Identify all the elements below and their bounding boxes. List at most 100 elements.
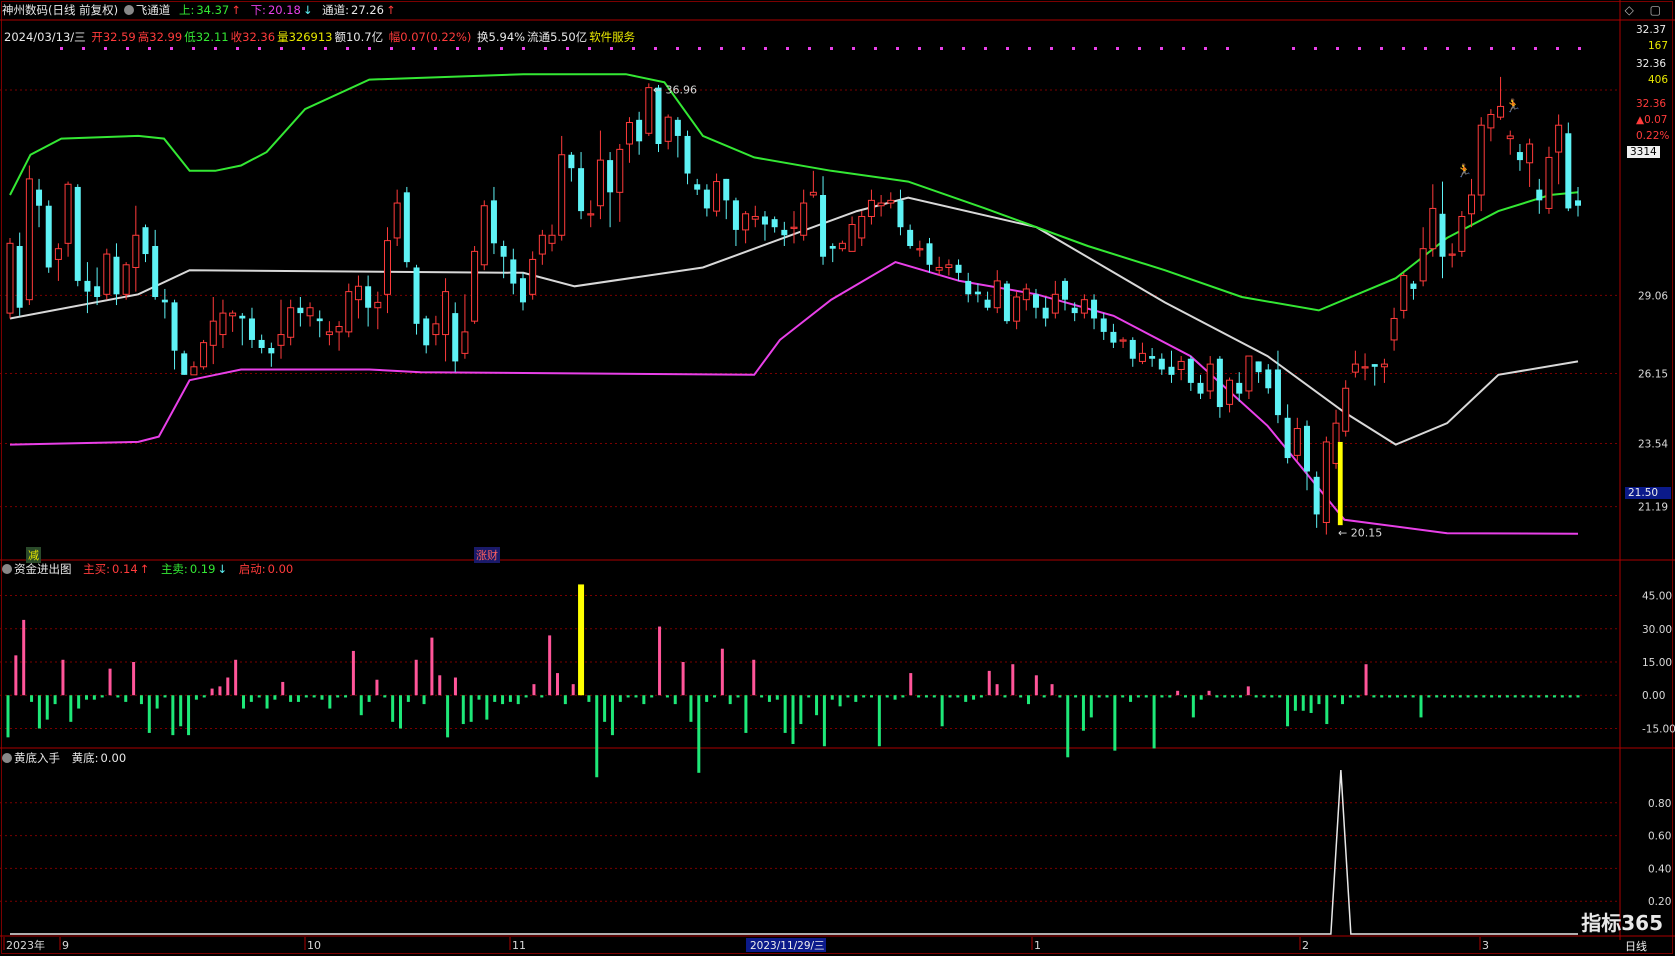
outer-frame (1, 1, 1673, 954)
flow-bar (493, 695, 497, 702)
flow-bar (367, 695, 371, 702)
panel2-toggle-icon[interactable] (2, 564, 12, 574)
indicator-name[interactable]: 飞通道 (136, 3, 171, 17)
candle-body-down (984, 299, 991, 308)
flow-bar (147, 695, 151, 733)
signal-dot (852, 47, 855, 50)
signal-dot (104, 47, 107, 50)
flow-bar (830, 695, 834, 700)
panel3-toggle-icon[interactable] (2, 753, 12, 763)
panel2-title[interactable]: 资金进出图 (14, 562, 72, 576)
candle-body-down (316, 318, 323, 322)
flow-bar (838, 695, 842, 707)
signal-dot (1160, 47, 1163, 50)
candle-body-up (1468, 194, 1476, 215)
flow-bar (1419, 695, 1423, 718)
stock-name[interactable]: 神州数码(日线 前复权) (2, 3, 118, 17)
signal-dot (522, 47, 525, 50)
flow-bar (846, 695, 850, 698)
top-price: 32.37 (1636, 24, 1667, 36)
flow-bar (328, 695, 332, 709)
flow-bar (1560, 695, 1564, 698)
signal-dot (1468, 47, 1471, 50)
candle-body-down (239, 315, 246, 319)
flow-bar (956, 695, 960, 698)
candle-body-up (335, 326, 343, 333)
signal-dot (1336, 47, 1339, 50)
candle-body-up (1177, 360, 1185, 370)
candle-body-up (1506, 135, 1514, 140)
high-text: 高32.99 (137, 30, 183, 44)
candle-body-up (809, 191, 817, 196)
flow-bar (752, 659, 756, 696)
candle-body-down (723, 178, 730, 201)
candle-body-up (1380, 363, 1388, 368)
flow-bar (1364, 664, 1368, 696)
flow-bar (304, 695, 308, 698)
flow-bar (1458, 695, 1462, 698)
candle-body-up (122, 264, 130, 295)
flow-bar (1184, 695, 1187, 698)
signal-dot (1050, 47, 1053, 50)
signal-dot (500, 47, 503, 50)
flow-bar (485, 695, 489, 720)
y-tick-label: 29.06 (1638, 290, 1668, 302)
candle-body-up (587, 213, 595, 216)
flow-bar (1270, 695, 1274, 698)
flow-bar (61, 659, 65, 696)
candle-body-down (761, 216, 768, 225)
panel3-title[interactable]: 黄底入手 (14, 751, 60, 765)
candle-body-down (1149, 356, 1156, 359)
signal-dot (896, 47, 899, 50)
indicator-toggle-icon[interactable] (123, 5, 134, 15)
flow-bar (1443, 695, 1447, 698)
flow-bar (1348, 695, 1352, 698)
window-controls[interactable]: ◇ ▢ (1625, 3, 1667, 17)
flow-bar (375, 679, 379, 696)
signal-dot (258, 47, 261, 50)
flow-bar (885, 695, 889, 698)
x-tick-label: 2 (1302, 939, 1309, 952)
flow-bar (713, 695, 716, 698)
flow-bar (1113, 695, 1117, 751)
flow-bar (171, 695, 175, 736)
candle-body-down (1100, 318, 1107, 332)
signal-dot (632, 47, 635, 50)
flow-bar (116, 695, 120, 698)
period-mode[interactable]: 日线 (1625, 938, 1647, 954)
flow-bar (1537, 695, 1541, 698)
flow-bar (964, 695, 968, 702)
candle-body-down (16, 246, 23, 308)
candle-body-down (142, 227, 149, 255)
change-label: ▲0.07 (1636, 114, 1668, 126)
flow-bar (1199, 695, 1203, 700)
candle-body-up (219, 312, 227, 336)
candle-body-up (1013, 296, 1021, 322)
flow-bar (320, 695, 324, 700)
flow-bar (1011, 664, 1015, 696)
candle-body-down (955, 264, 962, 273)
flow-bar (658, 626, 662, 696)
signal-dot (192, 47, 195, 50)
price-cursor-box: 21.50 (1625, 487, 1671, 499)
y-tick-label: 45.00 (1642, 591, 1672, 603)
candle-body-up (1119, 339, 1127, 342)
signal-dot (566, 47, 569, 50)
flow-bar (92, 695, 96, 700)
sector-text[interactable]: 软件服务 (589, 30, 635, 44)
signal-dot (214, 47, 217, 50)
date-text: 2024/03/13/三 (4, 30, 86, 44)
tag-zhangcai: 涨财 (474, 547, 500, 563)
lower-label: 下: (250, 3, 266, 17)
panel2-header: 资金进出图 主买: 0.14 ↑ 主卖: 0.19 ↓ 启动: 0.00 (2, 562, 295, 576)
flow-bar (438, 675, 442, 696)
flow-bar (391, 695, 395, 722)
candle-body-up (287, 307, 295, 338)
signal-dot (984, 47, 987, 50)
signal-dot (1424, 47, 1427, 50)
flow-bar (22, 619, 26, 696)
candle-body-down (1042, 307, 1049, 319)
flow-bar (1286, 695, 1290, 727)
candle-body-up (1022, 288, 1030, 301)
flow-bar (1246, 686, 1250, 696)
